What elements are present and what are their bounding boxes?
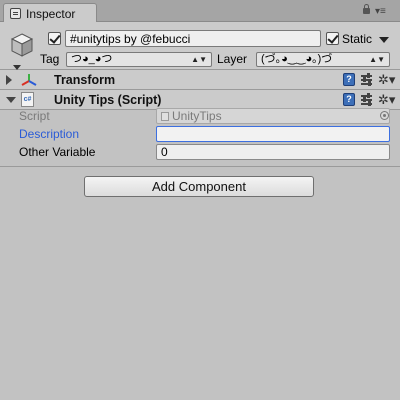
static-label: Static	[342, 32, 373, 46]
active-checkbox[interactable]	[48, 32, 61, 45]
gameobject-cube-icon	[10, 33, 34, 57]
reference-icon[interactable]: ?	[343, 93, 355, 106]
unitytips-foldout-icon[interactable]	[6, 97, 16, 103]
inspector-tab[interactable]: Inspector	[3, 3, 97, 22]
transform-axes-icon	[21, 74, 37, 86]
reference-icon[interactable]: ?	[343, 73, 355, 86]
add-component-button[interactable]: Add Component	[84, 176, 314, 197]
transform-foldout-icon[interactable]	[6, 75, 12, 85]
tag-label: Tag	[40, 52, 60, 66]
lock-icon[interactable]	[363, 4, 370, 14]
menu-icon[interactable]: ▾≡	[375, 6, 389, 18]
gameobject-name-input[interactable]: #unitytips by @febucci	[65, 30, 321, 47]
preset-icon[interactable]	[361, 73, 373, 86]
object-picker-icon[interactable]	[380, 111, 389, 120]
gameobject-header: #unitytips by @febucci Static Tag つ◕_◕つ …	[0, 22, 400, 70]
script-object-icon	[161, 112, 169, 121]
static-dropdown-icon[interactable]	[379, 37, 389, 43]
script-field-value: UnityTips	[172, 109, 222, 123]
description-label: Description	[19, 127, 80, 141]
inspector-tab-label: Inspector	[26, 7, 76, 21]
static-checkbox[interactable]	[326, 32, 339, 45]
inspector-tabbar: Inspector ▾≡	[0, 0, 400, 22]
layer-dropdown-arrow-icon: ▲▼	[369, 55, 385, 64]
unitytips-title: Unity Tips (Script)	[54, 93, 162, 107]
gear-icon[interactable]: ✲▾	[378, 93, 396, 106]
transform-component-header[interactable]: Transform ? ✲▾	[0, 70, 400, 90]
gear-icon[interactable]: ✲▾	[378, 73, 396, 86]
layer-dropdown[interactable]: (づ｡◕‿‿◕｡)づ ▲▼	[256, 52, 390, 67]
tag-dropdown[interactable]: つ◕_◕つ ▲▼	[66, 52, 212, 67]
description-input[interactable]	[156, 126, 390, 142]
script-label: Script	[19, 109, 50, 123]
other-variable-label: Other Variable	[19, 145, 96, 159]
preset-icon[interactable]	[361, 93, 373, 106]
divider	[0, 166, 400, 167]
layer-label: Layer	[217, 52, 248, 66]
inspector-tab-icon	[10, 8, 21, 19]
csharp-script-icon: c#	[21, 92, 34, 107]
tag-dropdown-arrow-icon: ▲▼	[191, 55, 207, 64]
other-variable-input[interactable]: 0	[156, 144, 390, 160]
layer-dropdown-value: (づ｡◕‿‿◕｡)づ	[261, 53, 333, 65]
unitytips-component-header[interactable]: c# Unity Tips (Script) ? ✲▾	[0, 90, 400, 110]
tag-dropdown-value: つ◕_◕つ	[71, 53, 113, 65]
script-field: UnityTips	[156, 108, 390, 124]
transform-title: Transform	[54, 73, 116, 87]
